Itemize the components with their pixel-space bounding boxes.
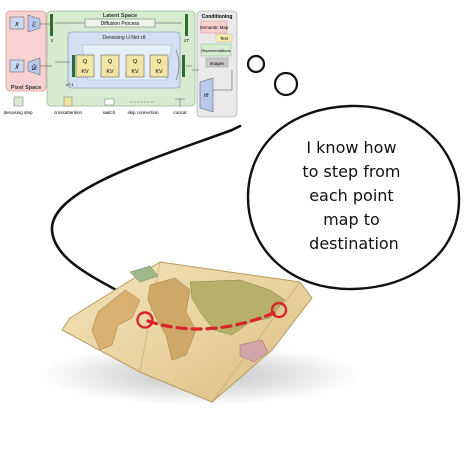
z-bar xyxy=(50,14,53,36)
attention-block: Q KV xyxy=(125,54,145,78)
attention-kv-label: KV xyxy=(131,69,139,75)
diffusion-process-label: Diffusion Process xyxy=(101,21,140,27)
legend-label: switch xyxy=(103,110,116,115)
decoder-symbol: 𝒟 xyxy=(31,65,37,72)
zt1-label: zT-1 xyxy=(65,82,74,87)
attention-q-label: Q xyxy=(157,59,162,65)
attention-block: Q KV xyxy=(149,54,169,78)
attention-q-label: Q xyxy=(83,59,88,65)
thought-text: I know how to step from each point map t… xyxy=(302,138,405,253)
attention-kv-label: KV xyxy=(106,69,114,75)
illustration-canvas: Pixel Space x ℰ x̃ 𝒟 Latent Space z zT D… xyxy=(3,10,461,405)
zt1-bar-left xyxy=(72,55,75,77)
legend-denoising-step-icon xyxy=(13,96,24,107)
attention-kv-label: KV xyxy=(81,69,89,75)
x-symbol: x xyxy=(14,21,19,28)
encoder-symbol: ℰ xyxy=(32,21,36,29)
attention-q-label: Q xyxy=(108,59,113,65)
attention-kv-label: KV xyxy=(155,69,163,75)
latent-diffusion-diagram: Pixel Space x ℰ x̃ 𝒟 Latent Space z zT D… xyxy=(3,10,238,118)
zt-bar xyxy=(185,14,188,36)
attention-block: Q KV xyxy=(100,54,120,78)
pixel-space-label: Pixel Space xyxy=(11,85,42,91)
legend-label: concat xyxy=(173,110,187,115)
conditioning-item-label: Semantic Map xyxy=(200,25,229,30)
legend-label: denoising step xyxy=(3,110,33,115)
thought-dot-large xyxy=(273,71,299,97)
thought-bubble: I know how to step from each point map t… xyxy=(246,54,461,291)
thought-dot-small xyxy=(246,54,266,74)
legend-crossattention-icon xyxy=(63,96,73,107)
legend-label: crossattention xyxy=(54,110,83,115)
unet-label: Denoising U-Net εθ xyxy=(102,35,145,41)
attention-q-label: Q xyxy=(133,59,138,65)
attention-block: Q KV xyxy=(75,54,95,78)
conditioning-label: Conditioning xyxy=(202,14,233,20)
legend-switch-icon xyxy=(104,98,115,106)
zt1-bar-right xyxy=(182,55,185,77)
tau-symbol: τθ xyxy=(204,93,209,99)
latent-space-label: Latent Space xyxy=(103,13,137,19)
conditioning-item-label: Text xyxy=(220,36,229,41)
conditioning-item-label: Images xyxy=(210,61,226,66)
legend-label: skip connection xyxy=(127,110,159,115)
conditioning-item-label: Representations xyxy=(201,48,230,53)
